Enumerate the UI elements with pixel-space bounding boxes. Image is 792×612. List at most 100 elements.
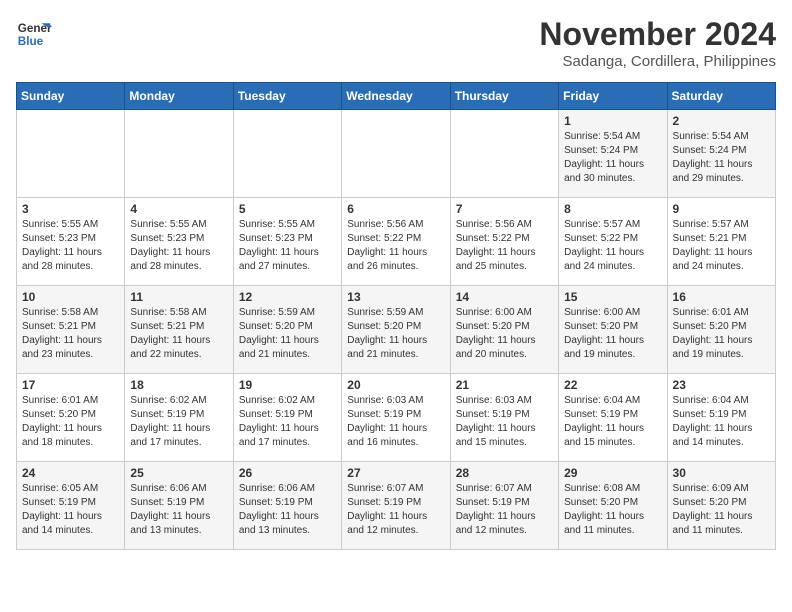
day-info: Sunrise: 6:03 AM Sunset: 5:19 PM Dayligh… — [347, 394, 444, 450]
day-info: Sunrise: 6:06 AM Sunset: 5:19 PM Dayligh… — [239, 482, 336, 538]
calendar-cell: 29 Sunrise: 6:08 AM Sunset: 5:20 PM Dayli… — [559, 462, 667, 550]
calendar-cell: 25 Sunrise: 6:06 AM Sunset: 5:19 PM Dayli… — [125, 462, 233, 550]
title-block: November 2024 Sadanga, Cordillera, Phili… — [539, 16, 776, 70]
day-info: Sunrise: 5:54 AM Sunset: 5:24 PM Dayligh… — [673, 130, 770, 186]
day-info: Sunrise: 6:07 AM Sunset: 5:19 PM Dayligh… — [347, 482, 444, 538]
calendar-week-5: 24 Sunrise: 6:05 AM Sunset: 5:19 PM Dayli… — [17, 462, 776, 550]
calendar-cell: 14 Sunrise: 6:00 AM Sunset: 5:20 PM Dayli… — [450, 286, 558, 374]
calendar-cell: 9 Sunrise: 5:57 AM Sunset: 5:21 PM Daylig… — [667, 198, 775, 286]
calendar-cell: 11 Sunrise: 5:58 AM Sunset: 5:21 PM Dayli… — [125, 286, 233, 374]
day-number: 4 — [130, 202, 227, 216]
calendar-cell: 8 Sunrise: 5:57 AM Sunset: 5:22 PM Daylig… — [559, 198, 667, 286]
calendar-cell: 4 Sunrise: 5:55 AM Sunset: 5:23 PM Daylig… — [125, 198, 233, 286]
calendar-cell: 30 Sunrise: 6:09 AM Sunset: 5:20 PM Dayli… — [667, 462, 775, 550]
day-header-thursday: Thursday — [450, 83, 558, 110]
day-number: 22 — [564, 378, 661, 392]
day-number: 24 — [22, 466, 119, 480]
calendar-cell: 21 Sunrise: 6:03 AM Sunset: 5:19 PM Dayli… — [450, 374, 558, 462]
day-number: 1 — [564, 114, 661, 128]
calendar-week-4: 17 Sunrise: 6:01 AM Sunset: 5:20 PM Dayli… — [17, 374, 776, 462]
day-info: Sunrise: 5:57 AM Sunset: 5:21 PM Dayligh… — [673, 218, 770, 274]
day-info: Sunrise: 6:01 AM Sunset: 5:20 PM Dayligh… — [673, 306, 770, 362]
day-number: 29 — [564, 466, 661, 480]
day-info: Sunrise: 6:09 AM Sunset: 5:20 PM Dayligh… — [673, 482, 770, 538]
day-info: Sunrise: 5:57 AM Sunset: 5:22 PM Dayligh… — [564, 218, 661, 274]
day-number: 10 — [22, 290, 119, 304]
month-title: November 2024 — [539, 16, 776, 53]
day-info: Sunrise: 6:08 AM Sunset: 5:20 PM Dayligh… — [564, 482, 661, 538]
day-number: 27 — [347, 466, 444, 480]
day-header-friday: Friday — [559, 83, 667, 110]
day-number: 11 — [130, 290, 227, 304]
page-header: General Blue November 2024 Sadanga, Cord… — [16, 16, 776, 70]
day-number: 25 — [130, 466, 227, 480]
day-number: 16 — [673, 290, 770, 304]
day-number: 19 — [239, 378, 336, 392]
day-number: 28 — [456, 466, 553, 480]
calendar-cell: 3 Sunrise: 5:55 AM Sunset: 5:23 PM Daylig… — [17, 198, 125, 286]
calendar-cell: 18 Sunrise: 6:02 AM Sunset: 5:19 PM Dayli… — [125, 374, 233, 462]
day-number: 9 — [673, 202, 770, 216]
calendar-cell: 6Sunrise: 5:56 AM Sunset: 5:22 PM Daylig… — [342, 198, 450, 286]
calendar-cell: 17 Sunrise: 6:01 AM Sunset: 5:20 PM Dayli… — [17, 374, 125, 462]
calendar-cell: 16 Sunrise: 6:01 AM Sunset: 5:20 PM Dayli… — [667, 286, 775, 374]
day-number: 20 — [347, 378, 444, 392]
day-info: Sunrise: 6:03 AM Sunset: 5:19 PM Dayligh… — [456, 394, 553, 450]
calendar-cell: 23Sunrise: 6:04 AM Sunset: 5:19 PM Dayli… — [667, 374, 775, 462]
calendar-cell: 20 Sunrise: 6:03 AM Sunset: 5:19 PM Dayli… — [342, 374, 450, 462]
calendar-week-1: 1 Sunrise: 5:54 AM Sunset: 5:24 PM Daylig… — [17, 110, 776, 198]
calendar-cell: 10 Sunrise: 5:58 AM Sunset: 5:21 PM Dayli… — [17, 286, 125, 374]
day-number: 17 — [22, 378, 119, 392]
day-number: 8 — [564, 202, 661, 216]
calendar-cell: 19 Sunrise: 6:02 AM Sunset: 5:19 PM Dayli… — [233, 374, 341, 462]
day-number: 7 — [456, 202, 553, 216]
calendar-cell — [17, 110, 125, 198]
day-info: Sunrise: 5:55 AM Sunset: 5:23 PM Dayligh… — [239, 218, 336, 274]
calendar-cell: 24 Sunrise: 6:05 AM Sunset: 5:19 PM Dayli… — [17, 462, 125, 550]
calendar-week-3: 10 Sunrise: 5:58 AM Sunset: 5:21 PM Dayli… — [17, 286, 776, 374]
day-info: Sunrise: 5:58 AM Sunset: 5:21 PM Dayligh… — [22, 306, 119, 362]
calendar-cell — [125, 110, 233, 198]
day-number: 5 — [239, 202, 336, 216]
day-info: Sunrise: 6:01 AM Sunset: 5:20 PM Dayligh… — [22, 394, 119, 450]
calendar-cell: 15 Sunrise: 6:00 AM Sunset: 5:20 PM Dayli… — [559, 286, 667, 374]
day-header-monday: Monday — [125, 83, 233, 110]
day-number: 13 — [347, 290, 444, 304]
day-info: Sunrise: 5:59 AM Sunset: 5:20 PM Dayligh… — [239, 306, 336, 362]
day-info: Sunrise: 5:58 AM Sunset: 5:21 PM Dayligh… — [130, 306, 227, 362]
day-header-sunday: Sunday — [17, 83, 125, 110]
svg-text:Blue: Blue — [18, 35, 44, 48]
calendar-cell: 1 Sunrise: 5:54 AM Sunset: 5:24 PM Daylig… — [559, 110, 667, 198]
day-number: 2 — [673, 114, 770, 128]
day-info: Sunrise: 6:04 AM Sunset: 5:19 PM Dayligh… — [564, 394, 661, 450]
day-number: 26 — [239, 466, 336, 480]
day-number: 6 — [347, 202, 444, 216]
day-info: Sunrise: 6:04 AM Sunset: 5:19 PM Dayligh… — [673, 394, 770, 450]
calendar-cell: 2 Sunrise: 5:54 AM Sunset: 5:24 PM Daylig… — [667, 110, 775, 198]
day-header-wednesday: Wednesday — [342, 83, 450, 110]
calendar-cell: 13Sunrise: 5:59 AM Sunset: 5:20 PM Dayli… — [342, 286, 450, 374]
day-info: Sunrise: 6:00 AM Sunset: 5:20 PM Dayligh… — [456, 306, 553, 362]
logo-icon: General Blue — [16, 16, 52, 52]
calendar-cell: 12 Sunrise: 5:59 AM Sunset: 5:20 PM Dayli… — [233, 286, 341, 374]
day-info: Sunrise: 6:02 AM Sunset: 5:19 PM Dayligh… — [130, 394, 227, 450]
day-number: 14 — [456, 290, 553, 304]
day-number: 18 — [130, 378, 227, 392]
day-number: 21 — [456, 378, 553, 392]
calendar-header: SundayMondayTuesdayWednesdayThursdayFrid… — [17, 83, 776, 110]
day-number: 3 — [22, 202, 119, 216]
day-info: Sunrise: 5:54 AM Sunset: 5:24 PM Dayligh… — [564, 130, 661, 186]
day-info: Sunrise: 5:55 AM Sunset: 5:23 PM Dayligh… — [130, 218, 227, 274]
day-info: Sunrise: 5:55 AM Sunset: 5:23 PM Dayligh… — [22, 218, 119, 274]
day-number: 12 — [239, 290, 336, 304]
calendar-cell: 22 Sunrise: 6:04 AM Sunset: 5:19 PM Dayli… — [559, 374, 667, 462]
day-number: 30 — [673, 466, 770, 480]
day-info: Sunrise: 6:00 AM Sunset: 5:20 PM Dayligh… — [564, 306, 661, 362]
day-header-saturday: Saturday — [667, 83, 775, 110]
day-number: 15 — [564, 290, 661, 304]
day-info: Sunrise: 6:06 AM Sunset: 5:19 PM Dayligh… — [130, 482, 227, 538]
calendar-cell — [342, 110, 450, 198]
day-info: Sunrise: 6:02 AM Sunset: 5:19 PM Dayligh… — [239, 394, 336, 450]
calendar-week-2: 3 Sunrise: 5:55 AM Sunset: 5:23 PM Daylig… — [17, 198, 776, 286]
day-info: Sunrise: 6:05 AM Sunset: 5:19 PM Dayligh… — [22, 482, 119, 538]
